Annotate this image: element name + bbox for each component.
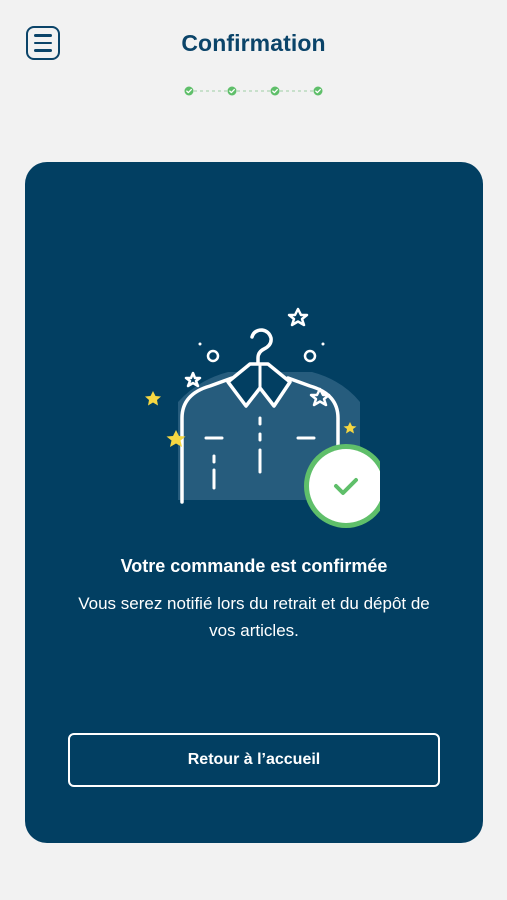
clothes-hanger-checkmark-illustration (145, 307, 380, 528)
confirmation-message: Vous serez notifié lors du retrait et du… (78, 594, 430, 640)
page-title: Confirmation (181, 30, 326, 56)
step-4-check-icon (313, 86, 323, 96)
header: Confirmation (0, 0, 507, 120)
progress-stepper (184, 86, 323, 96)
back-to-home-button[interactable]: Retour à l’accueil (68, 733, 440, 787)
confirmation-card: Votre commande est confirmée Vous serez … (25, 162, 483, 843)
step-2-check-icon (227, 86, 237, 96)
step-1-check-icon (184, 86, 194, 96)
step-3-check-icon (270, 86, 280, 96)
confirmation-title: Votre commande est confirmée (120, 556, 388, 576)
